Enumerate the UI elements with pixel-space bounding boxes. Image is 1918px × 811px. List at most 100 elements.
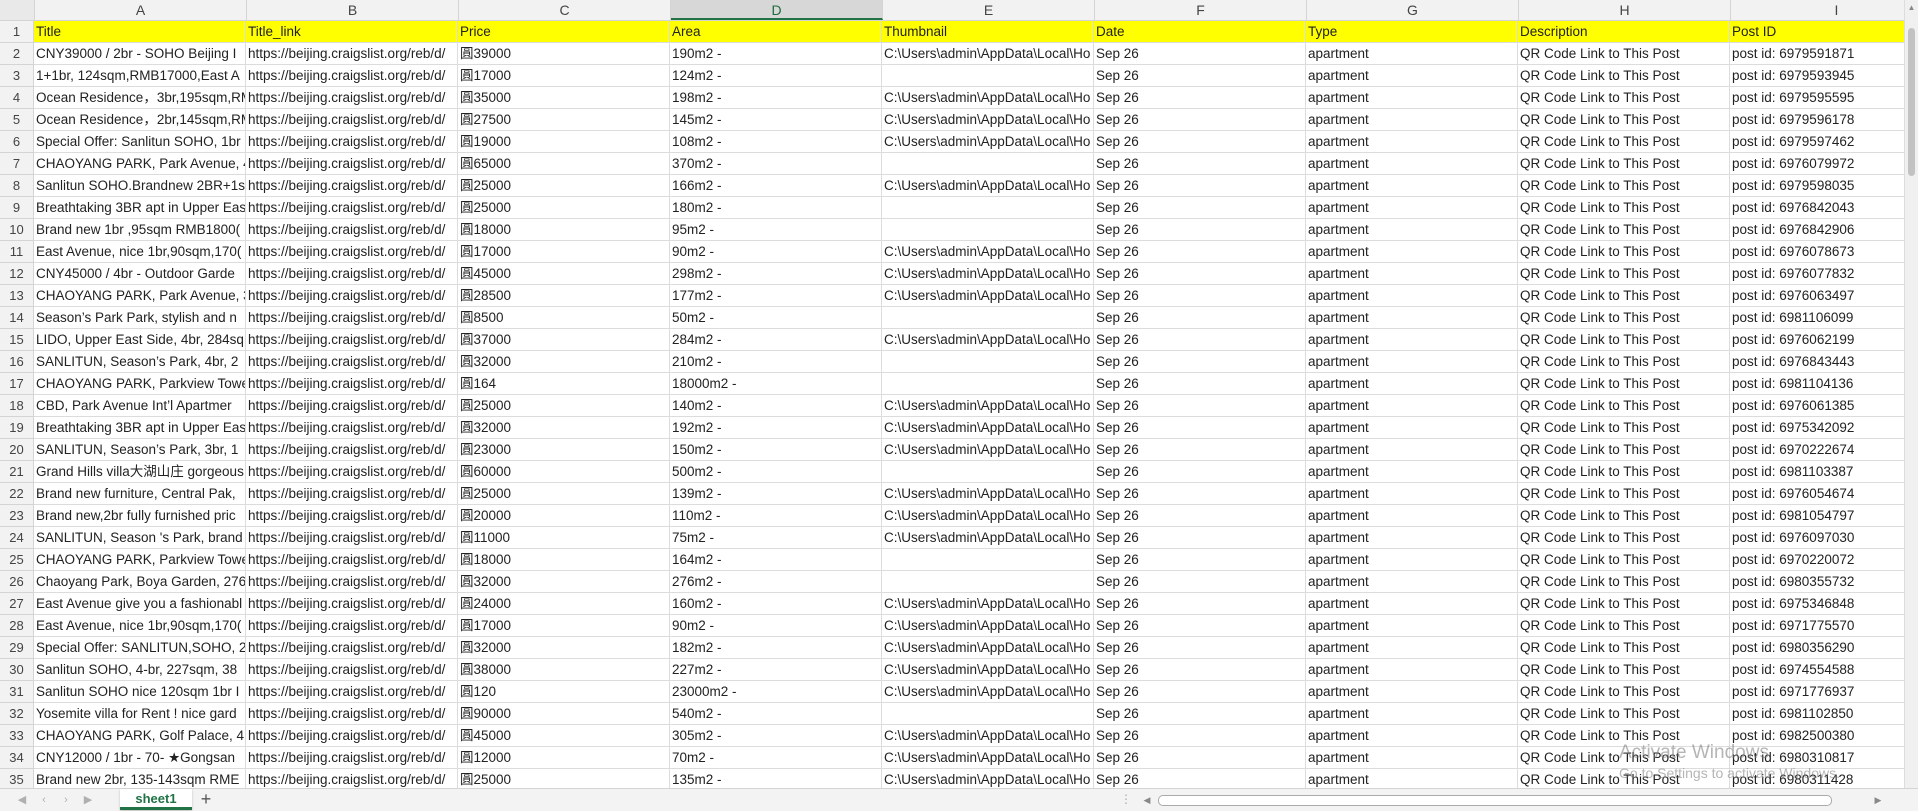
row-number[interactable]: 22 [0,483,34,505]
cell-e[interactable]: Thumbnail [882,21,1094,43]
cell-a[interactable]: CHAOYANG PARK, Parkview Towe [34,549,246,571]
cell-b[interactable]: https://beijing.craigslist.org/reb/d/ [246,329,458,351]
cell-f[interactable]: Sep 26 [1094,329,1306,351]
select-all-corner[interactable] [0,0,35,20]
cell-e[interactable]: C:\Users\admin\AppData\Local\Ho [882,175,1094,197]
cell-h[interactable]: QR Code Link to This Post [1518,549,1730,571]
cell-c[interactable]: 圓18000 [458,219,670,241]
cell-b[interactable]: https://beijing.craigslist.org/reb/d/ [246,241,458,263]
cell-c[interactable]: 圓32000 [458,637,670,659]
cell-h[interactable]: QR Code Link to This Post [1518,153,1730,175]
cell-c[interactable]: 圓90000 [458,703,670,725]
cell-a[interactable]: SANLITUN, Season’s Park, 4br, 2 [34,351,246,373]
cell-i[interactable]: post id: 6970222674 [1730,439,1918,461]
horizontal-scroll-thumb[interactable] [1158,795,1832,806]
cell-b[interactable]: Title_link [246,21,458,43]
cell-a[interactable]: Special Offer: Sanlitun SOHO, 1br [34,131,246,153]
cell-e[interactable]: C:\Users\admin\AppData\Local\Ho [882,87,1094,109]
cell-f[interactable]: Sep 26 [1094,461,1306,483]
cell-b[interactable]: https://beijing.craigslist.org/reb/d/ [246,659,458,681]
cell-e[interactable]: C:\Users\admin\AppData\Local\Ho [882,439,1094,461]
cell-h[interactable]: QR Code Link to This Post [1518,439,1730,461]
cell-f[interactable]: Sep 26 [1094,505,1306,527]
cell-e[interactable]: C:\Users\admin\AppData\Local\Ho [882,395,1094,417]
cell-i[interactable]: post id: 6975342092 [1730,417,1918,439]
cell-i[interactable]: post id: 6976843443 [1730,351,1918,373]
cell-c[interactable]: 圓8500 [458,307,670,329]
cell-g[interactable]: apartment [1306,483,1518,505]
cell-i[interactable]: post id: 6976097030 [1730,527,1918,549]
cell-h[interactable]: QR Code Link to This Post [1518,43,1730,65]
cell-e[interactable]: C:\Users\admin\AppData\Local\Ho [882,681,1094,703]
cell-h[interactable]: QR Code Link to This Post [1518,505,1730,527]
cell-h[interactable]: QR Code Link to This Post [1518,483,1730,505]
cell-a[interactable]: Season’s Park Park, stylish and n [34,307,246,329]
column-header-e[interactable]: E [883,0,1095,20]
cell-d[interactable]: 166m2 - [670,175,882,197]
cell-b[interactable]: https://beijing.craigslist.org/reb/d/ [246,439,458,461]
cell-i[interactable]: post id: 6980356290 [1730,637,1918,659]
cell-i[interactable]: post id: 6971776937 [1730,681,1918,703]
scroll-right-icon[interactable]: ▶ [1871,793,1885,807]
vertical-scroll-thumb[interactable] [1908,28,1915,176]
cell-c[interactable]: 圓17000 [458,615,670,637]
cell-g[interactable]: apartment [1306,747,1518,769]
cell-b[interactable]: https://beijing.craigslist.org/reb/d/ [246,65,458,87]
horizontar-scrollbar[interactable]: ◀ ▶ [1140,793,1885,807]
cell-g[interactable]: apartment [1306,131,1518,153]
row-number[interactable]: 32 [0,703,34,725]
cell-d[interactable]: 23000m2 - [670,681,882,703]
cell-h[interactable]: QR Code Link to This Post [1518,241,1730,263]
cell-d[interactable]: 90m2 - [670,615,882,637]
row-number[interactable]: 5 [0,109,34,131]
row-number[interactable]: 30 [0,659,34,681]
cell-f[interactable]: Sep 26 [1094,549,1306,571]
cell-f[interactable]: Sep 26 [1094,351,1306,373]
cell-a[interactable]: CHAOYANG PARK, Park Avenue, 3 [34,285,246,307]
row-number[interactable]: 13 [0,285,34,307]
cell-a[interactable]: Breathtaking 3BR apt in Upper Eas [34,197,246,219]
cell-a[interactable]: Sanlitun SOHO.Brandnew 2BR+1s [34,175,246,197]
row-number[interactable]: 19 [0,417,34,439]
column-header-f[interactable]: F [1095,0,1307,20]
add-sheet-button[interactable]: + [196,789,216,810]
cell-b[interactable]: https://beijing.craigslist.org/reb/d/ [246,461,458,483]
cell-d[interactable]: 145m2 - [670,109,882,131]
row-number[interactable]: 4 [0,87,34,109]
cell-f[interactable]: Sep 26 [1094,87,1306,109]
cell-e[interactable]: C:\Users\admin\AppData\Local\Ho [882,505,1094,527]
cell-e[interactable]: C:\Users\admin\AppData\Local\Ho [882,747,1094,769]
cell-i[interactable]: Post ID [1730,21,1918,43]
cell-i[interactable]: post id: 6982500380 [1730,725,1918,747]
cell-b[interactable]: https://beijing.craigslist.org/reb/d/ [246,373,458,395]
row-number[interactable]: 2 [0,43,34,65]
cell-h[interactable]: QR Code Link to This Post [1518,175,1730,197]
cell-e[interactable] [882,703,1094,725]
cell-e[interactable]: C:\Users\admin\AppData\Local\Ho [882,637,1094,659]
cell-e[interactable] [882,65,1094,87]
row-number[interactable]: 14 [0,307,34,329]
cell-a[interactable]: Ocean Residence，2br,145sqm,RM [34,109,246,131]
scroll-up-icon[interactable]: ▲ [1905,2,1918,14]
cell-c[interactable]: 圓12000 [458,747,670,769]
cell-g[interactable]: apartment [1306,43,1518,65]
cell-d[interactable]: 210m2 - [670,351,882,373]
row-number[interactable]: 17 [0,373,34,395]
cell-c[interactable]: 圓35000 [458,87,670,109]
cell-f[interactable]: Sep 26 [1094,219,1306,241]
cell-e[interactable] [882,549,1094,571]
cell-d[interactable]: 75m2 - [670,527,882,549]
cell-d[interactable]: 227m2 - [670,659,882,681]
cell-c[interactable]: 圓28500 [458,285,670,307]
cell-a[interactable]: Sanlitun SOHO, 4-br, 227sqm, 38 [34,659,246,681]
cell-b[interactable]: https://beijing.craigslist.org/reb/d/ [246,307,458,329]
cell-h[interactable]: QR Code Link to This Post [1518,87,1730,109]
cell-c[interactable]: 圓60000 [458,461,670,483]
cell-a[interactable]: 1+1br, 124sqm,RMB17000,East A [34,65,246,87]
cell-d[interactable]: 198m2 - [670,87,882,109]
cell-i[interactable]: post id: 6976061385 [1730,395,1918,417]
scroll-left-icon[interactable]: ◀ [1140,793,1154,807]
row-number[interactable]: 20 [0,439,34,461]
cell-i[interactable]: post id: 6981103387 [1730,461,1918,483]
row-number[interactable]: 27 [0,593,34,615]
